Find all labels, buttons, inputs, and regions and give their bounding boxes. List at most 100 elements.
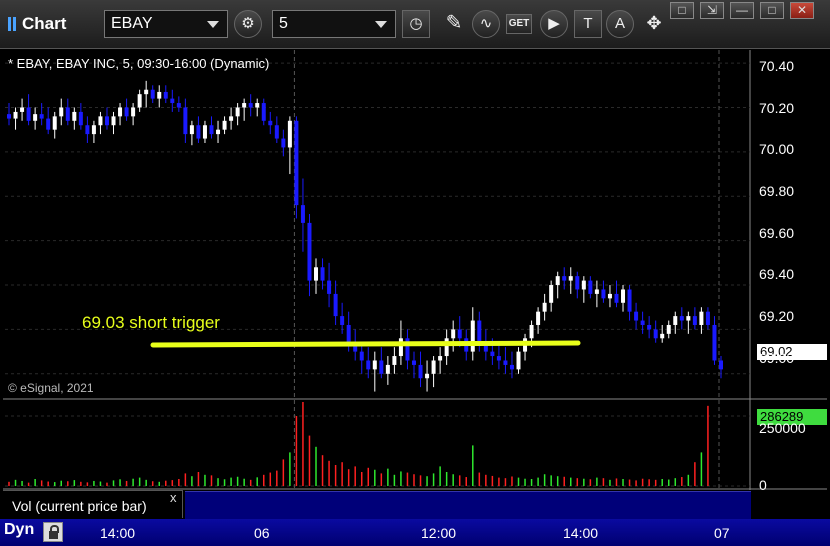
volume-tick-label: 0 [759, 477, 767, 493]
chevron-down-icon[interactable] [375, 21, 387, 28]
candle-body [137, 94, 142, 108]
candle-body [235, 107, 240, 117]
candle-body [699, 311, 704, 325]
chart-header: * EBAY, EBAY INC, 5, 09:30-16:00 (Dynami… [8, 56, 270, 71]
candle-body [65, 107, 70, 121]
pencil-icon[interactable]: ✎ [440, 10, 468, 38]
candle-body [366, 360, 371, 370]
candle-body [150, 89, 155, 99]
candle-body [549, 285, 554, 303]
candle-body [118, 107, 123, 117]
candle-body [673, 316, 678, 325]
candle-body [503, 360, 508, 365]
y-tick-label: 70.40 [759, 58, 795, 74]
candle-body [144, 89, 149, 95]
study-icon[interactable]: ∿ [472, 10, 500, 38]
candle-body [157, 91, 162, 99]
candle-body [411, 360, 416, 365]
candle-body [536, 311, 541, 325]
tile-window-button[interactable]: ⇲ [700, 2, 724, 19]
candle-body [255, 103, 260, 108]
interval-input[interactable]: 5 [272, 10, 396, 38]
trigger-annotation: 69.03 short trigger [82, 313, 220, 332]
y-tick-label: 69.80 [759, 183, 795, 199]
candle-body [131, 107, 136, 117]
clock-icon[interactable]: ◷ [402, 10, 430, 38]
candle-body [542, 302, 547, 312]
x-tick-label: 14:00 [563, 525, 599, 541]
restore-window-button[interactable]: □ [670, 2, 694, 19]
gear-icon[interactable]: ⚙ [234, 10, 262, 38]
x-tick-label: 12:00 [421, 525, 457, 541]
chart-app-icon [8, 17, 16, 31]
candle-body [679, 316, 684, 321]
candle-body [529, 324, 534, 339]
y-tick-label: 69.00 [759, 350, 795, 366]
candle-body [640, 320, 645, 325]
candle-body [170, 98, 175, 104]
candle-body [457, 329, 462, 339]
candle-body [444, 338, 449, 357]
candle-body [627, 289, 632, 312]
trigger-line [150, 340, 581, 348]
lock-icon[interactable] [43, 522, 63, 542]
candle-body [7, 114, 11, 119]
candle-body [372, 360, 377, 370]
close-button[interactable]: ✕ [790, 2, 814, 19]
candle-body [13, 111, 18, 119]
volume-legend-strip [185, 491, 751, 519]
price-chart[interactable] [3, 50, 827, 518]
candle-body [281, 138, 286, 148]
alert-icon[interactable]: A [606, 10, 634, 38]
y-tick-label: 69.60 [759, 225, 795, 241]
candle-body [653, 329, 658, 339]
candle-body [477, 320, 482, 343]
minimize-button[interactable]: — [730, 2, 754, 19]
candle-body [719, 360, 723, 370]
candle-body [562, 276, 567, 281]
candle-body [601, 289, 606, 299]
y-tick-label: 69.40 [759, 266, 795, 282]
candle-body [307, 222, 312, 281]
candle-body [274, 125, 279, 139]
close-icon[interactable]: x [170, 490, 177, 505]
candle-body [398, 338, 403, 357]
candle-body [20, 107, 25, 112]
candle-body [340, 316, 345, 325]
candle-body [588, 280, 593, 294]
chevron-down-icon[interactable] [207, 21, 219, 28]
candle-body [124, 107, 129, 117]
x-tick-label: 14:00 [100, 525, 136, 541]
maximize-button[interactable]: □ [760, 2, 784, 19]
candle-body [59, 107, 64, 117]
get-icon[interactable]: GET [506, 14, 532, 34]
candle-body [85, 125, 90, 135]
candle-body [189, 125, 194, 135]
candle-body [26, 107, 31, 121]
candle-body [209, 125, 214, 135]
candle-body [470, 320, 475, 352]
interval-value: 5 [279, 15, 288, 32]
candle-body [248, 103, 253, 108]
candle-body [229, 116, 234, 121]
candle-body [327, 280, 332, 294]
candle-body [202, 125, 207, 139]
candle-body [333, 293, 338, 317]
candle-body [98, 116, 103, 126]
candle-body [33, 114, 38, 121]
dynamic-mode-button[interactable]: Dyn [4, 521, 34, 539]
candle-body [176, 103, 181, 108]
text-icon[interactable]: T [574, 10, 602, 38]
candle-body [575, 276, 580, 290]
candle-body [634, 311, 639, 321]
candle-body [196, 125, 201, 139]
play-icon[interactable]: ▶ [540, 10, 568, 38]
symbol-input[interactable]: EBAY [104, 10, 228, 38]
candle-body [647, 324, 652, 330]
candle-body [91, 125, 96, 135]
cursor-icon[interactable]: ✥ [640, 10, 668, 38]
candle-body [216, 129, 221, 135]
y-tick-label: 69.20 [759, 308, 795, 324]
x-tick-label: 06 [254, 525, 270, 541]
app-title: Chart [8, 14, 66, 34]
